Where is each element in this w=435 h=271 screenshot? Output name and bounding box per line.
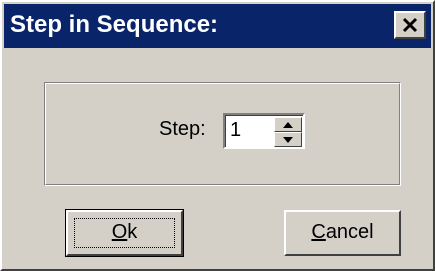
ok-button[interactable]: Ok (65, 209, 184, 257)
down-arrow-icon (283, 137, 293, 143)
step-dialog: Step in Sequence: Step: 1 Ok Cancel (0, 0, 435, 271)
dialog-title: Step in Sequence: (10, 11, 219, 38)
up-arrow-icon (283, 122, 293, 128)
step-spinner[interactable]: 1 (223, 113, 305, 149)
spin-up-button[interactable] (274, 117, 302, 132)
cancel-label-rest: ancel (325, 221, 374, 243)
step-input[interactable]: 1 (230, 119, 241, 142)
spin-down-button[interactable] (274, 132, 302, 147)
step-label: Step: (159, 118, 206, 140)
ok-mnemonic: O (111, 221, 128, 243)
cancel-mnemonic: C (311, 221, 326, 243)
cancel-button[interactable]: Cancel (284, 210, 401, 256)
title-bar[interactable]: Step in Sequence: (4, 4, 431, 48)
close-button[interactable] (394, 11, 426, 39)
close-icon (402, 17, 418, 33)
ok-label-rest: k (127, 221, 138, 243)
spin-buttons (274, 117, 302, 147)
